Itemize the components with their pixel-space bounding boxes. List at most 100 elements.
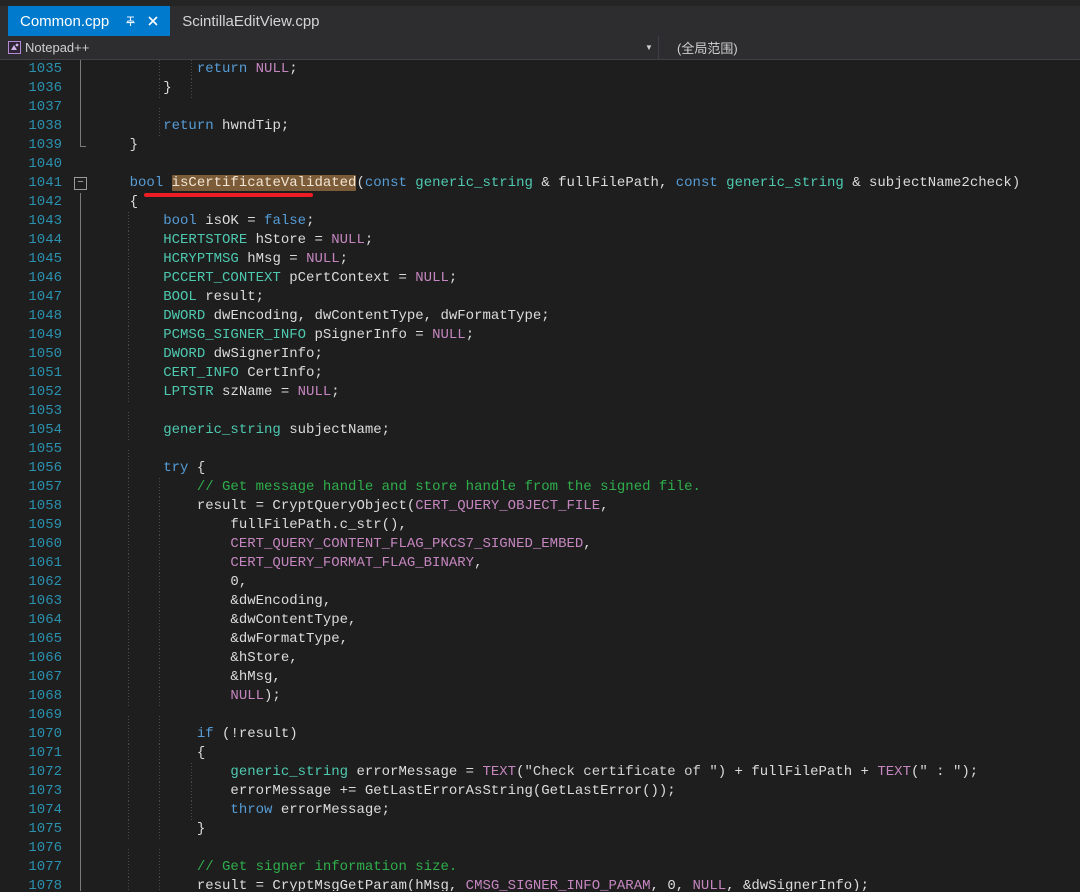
fold-gutter[interactable] (70, 212, 96, 231)
code-text[interactable]: CERT_QUERY_CONTENT_FLAG_PKCS7_SIGNED_EMB… (96, 535, 1080, 554)
code-text[interactable]: LPTSTR szName = NULL; (96, 383, 1080, 402)
project-selector[interactable]: Notepad++ ▼ (0, 36, 658, 59)
code-line[interactable]: 1039 } (0, 136, 1080, 155)
code-text[interactable]: &dwEncoding, (96, 592, 1080, 611)
code-text[interactable]: generic_string subjectName; (96, 421, 1080, 440)
code-line[interactable]: 1071 { (0, 744, 1080, 763)
fold-gutter[interactable] (70, 250, 96, 269)
code-text[interactable]: return NULL; (96, 60, 1080, 79)
fold-gutter[interactable] (70, 79, 96, 98)
code-line[interactable]: 1054 generic_string subjectName; (0, 421, 1080, 440)
code-line[interactable]: 1073 errorMessage += GetLastErrorAsStrin… (0, 782, 1080, 801)
code-text[interactable]: &dwFormatType, (96, 630, 1080, 649)
fold-gutter[interactable] (70, 421, 96, 440)
code-line[interactable]: 1049 PCMSG_SIGNER_INFO pSignerInfo = NUL… (0, 326, 1080, 345)
code-text[interactable]: // Get message handle and store handle f… (96, 478, 1080, 497)
collapse-icon[interactable]: − (74, 177, 87, 190)
fold-gutter[interactable] (70, 592, 96, 611)
code-line[interactable]: 1050 DWORD dwSignerInfo; (0, 345, 1080, 364)
code-line[interactable]: 1055 (0, 440, 1080, 469)
code-text[interactable]: try { (96, 459, 1080, 478)
code-line[interactable]: 1052 LPTSTR szName = NULL; (0, 383, 1080, 402)
code-text[interactable]: errorMessage += GetLastErrorAsString(Get… (96, 782, 1080, 801)
fold-gutter[interactable] (70, 440, 96, 459)
code-line[interactable]: 1046 PCCERT_CONTEXT pCertContext = NULL; (0, 269, 1080, 288)
code-line[interactable]: 1040 (0, 155, 1080, 174)
code-line[interactable]: 1053 (0, 402, 1080, 431)
code-line[interactable]: 1059 fullFilePath.c_str(), (0, 516, 1080, 535)
code-text[interactable]: HCRYPTMSG hMsg = NULL; (96, 250, 1080, 269)
code-line[interactable]: 1061 CERT_QUERY_FORMAT_FLAG_BINARY, (0, 554, 1080, 573)
pin-icon[interactable] (123, 14, 137, 28)
fold-gutter[interactable] (70, 478, 96, 497)
code-line[interactable]: 1051 CERT_INFO CertInfo; (0, 364, 1080, 383)
fold-gutter[interactable] (70, 858, 96, 877)
code-editor[interactable]: 1035 return NULL; 1036 } 1037 1038 return h… (0, 60, 1080, 891)
tab-scintillaeditview-cpp[interactable]: ScintillaEditView.cpp (170, 6, 330, 36)
code-text[interactable]: &dwContentType, (96, 611, 1080, 630)
fold-gutter[interactable] (70, 326, 96, 345)
fold-gutter[interactable] (70, 782, 96, 801)
code-line[interactable]: 1058 result = CryptQueryObject(CERT_QUER… (0, 497, 1080, 516)
fold-gutter[interactable]: − (70, 174, 96, 193)
code-line[interactable]: 1037 (0, 98, 1080, 127)
code-text[interactable]: // Get signer information size. (96, 858, 1080, 877)
fold-gutter[interactable] (70, 136, 96, 155)
fold-gutter[interactable] (70, 193, 96, 212)
code-line[interactable]: 1038 return hwndTip; (0, 117, 1080, 136)
code-line[interactable]: 1077 // Get signer information size. (0, 858, 1080, 877)
fold-gutter[interactable] (70, 877, 96, 891)
code-text[interactable]: BOOL result; (96, 288, 1080, 307)
fold-gutter[interactable] (70, 554, 96, 573)
code-text[interactable]: 0, (96, 573, 1080, 592)
fold-gutter[interactable] (70, 516, 96, 535)
fold-gutter[interactable] (70, 649, 96, 668)
fold-gutter[interactable] (70, 402, 96, 421)
fold-gutter[interactable] (70, 231, 96, 250)
fold-gutter[interactable] (70, 383, 96, 402)
code-text[interactable]: HCERTSTORE hStore = NULL; (96, 231, 1080, 250)
fold-gutter[interactable] (70, 687, 96, 706)
code-line[interactable]: 1036 } (0, 79, 1080, 98)
code-line[interactable]: 1056 try { (0, 459, 1080, 478)
code-text[interactable]: bool isCertificateValidated(const generi… (96, 174, 1080, 193)
fold-gutter[interactable] (70, 60, 96, 79)
fold-gutter[interactable] (70, 535, 96, 554)
tab-common-cpp[interactable]: Common.cpp (8, 6, 171, 36)
code-text[interactable]: PCCERT_CONTEXT pCertContext = NULL; (96, 269, 1080, 288)
fold-gutter[interactable] (70, 155, 96, 174)
code-text[interactable]: } (96, 79, 1080, 98)
code-text[interactable]: { (96, 744, 1080, 763)
code-text[interactable]: generic_string errorMessage = TEXT("Chec… (96, 763, 1080, 782)
code-text[interactable]: NULL); (96, 687, 1080, 706)
code-line[interactable]: 1067 &hMsg, (0, 668, 1080, 687)
code-line[interactable]: 1048 DWORD dwEncoding, dwContentType, dw… (0, 307, 1080, 326)
code-line[interactable]: 1063 &dwEncoding, (0, 592, 1080, 611)
fold-gutter[interactable] (70, 288, 96, 307)
close-icon[interactable] (146, 14, 160, 28)
code-line[interactable]: 1057 // Get message handle and store han… (0, 478, 1080, 497)
code-text[interactable]: result = CryptQueryObject(CERT_QUERY_OBJ… (96, 497, 1080, 516)
code-line[interactable]: 1062 0, (0, 573, 1080, 592)
fold-gutter[interactable] (70, 459, 96, 478)
code-line[interactable]: 1078 result = CryptMsgGetParam(hMsg, CMS… (0, 877, 1080, 891)
code-text[interactable]: throw errorMessage; (96, 801, 1080, 820)
code-text[interactable]: bool isOK = false; (96, 212, 1080, 231)
code-text[interactable]: &hStore, (96, 649, 1080, 668)
fold-gutter[interactable] (70, 364, 96, 383)
code-text[interactable]: &hMsg, (96, 668, 1080, 687)
code-text[interactable]: result = CryptMsgGetParam(hMsg, CMSG_SIG… (96, 877, 1080, 891)
fold-gutter[interactable] (70, 668, 96, 687)
code-line[interactable]: 1065 &dwFormatType, (0, 630, 1080, 649)
code-line[interactable]: 1074 throw errorMessage; (0, 801, 1080, 820)
fold-gutter[interactable] (70, 630, 96, 649)
fold-gutter[interactable] (70, 706, 96, 725)
code-line[interactable]: 1060 CERT_QUERY_CONTENT_FLAG_PKCS7_SIGNE… (0, 535, 1080, 554)
fold-gutter[interactable] (70, 725, 96, 744)
code-line[interactable]: 1044 HCERTSTORE hStore = NULL; (0, 231, 1080, 250)
code-line[interactable]: 1069 (0, 706, 1080, 735)
fold-gutter[interactable] (70, 820, 96, 839)
fold-gutter[interactable] (70, 345, 96, 364)
code-text[interactable]: return hwndTip; (96, 117, 1080, 136)
fold-gutter[interactable] (70, 117, 96, 136)
